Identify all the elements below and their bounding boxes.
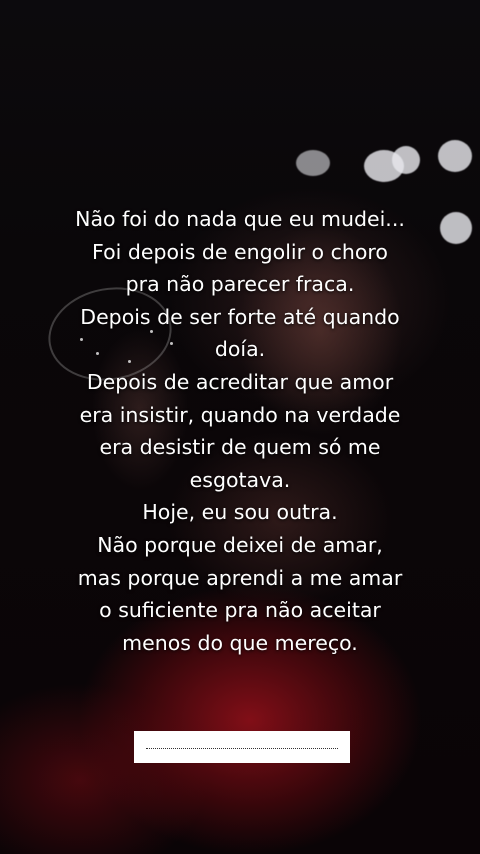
bokeh-light	[296, 150, 330, 176]
caption-line: Depois de acreditar que amor	[86, 369, 394, 394]
caption-line: doía.	[214, 337, 266, 362]
caption-line: Não foi do nada que eu mudei...	[75, 207, 405, 231]
caption-line: era desistir de quem só me	[99, 435, 381, 460]
caption-line: Hoje, eu sou outra.	[142, 500, 338, 525]
caption-line: pra não parecer fraca.	[125, 272, 355, 297]
caption-line: mas porque aprendi a me amar	[77, 565, 403, 590]
caption-line: Foi depois de engolir o choro	[92, 239, 388, 264]
story-screen: Não foi do nada que eu mudei... Foi depo…	[0, 0, 480, 854]
caption-line: esgotava.	[189, 467, 291, 492]
caption-line: o suficiente pra não aceitar	[99, 598, 381, 623]
signature-dotted-line	[146, 748, 338, 749]
caption-line: Depois de ser forte até quando	[80, 304, 400, 329]
signature-placeholder-box	[134, 731, 350, 763]
caption-line: era insistir, quando na verdade	[79, 402, 401, 427]
bokeh-light	[392, 146, 420, 174]
caption-line: Não porque deixei de amar,	[97, 532, 383, 557]
bokeh-light	[438, 140, 472, 172]
story-caption: Não foi do nada que eu mudei... Foi depo…	[0, 203, 480, 659]
caption-line: menos do que mereço.	[122, 630, 358, 655]
